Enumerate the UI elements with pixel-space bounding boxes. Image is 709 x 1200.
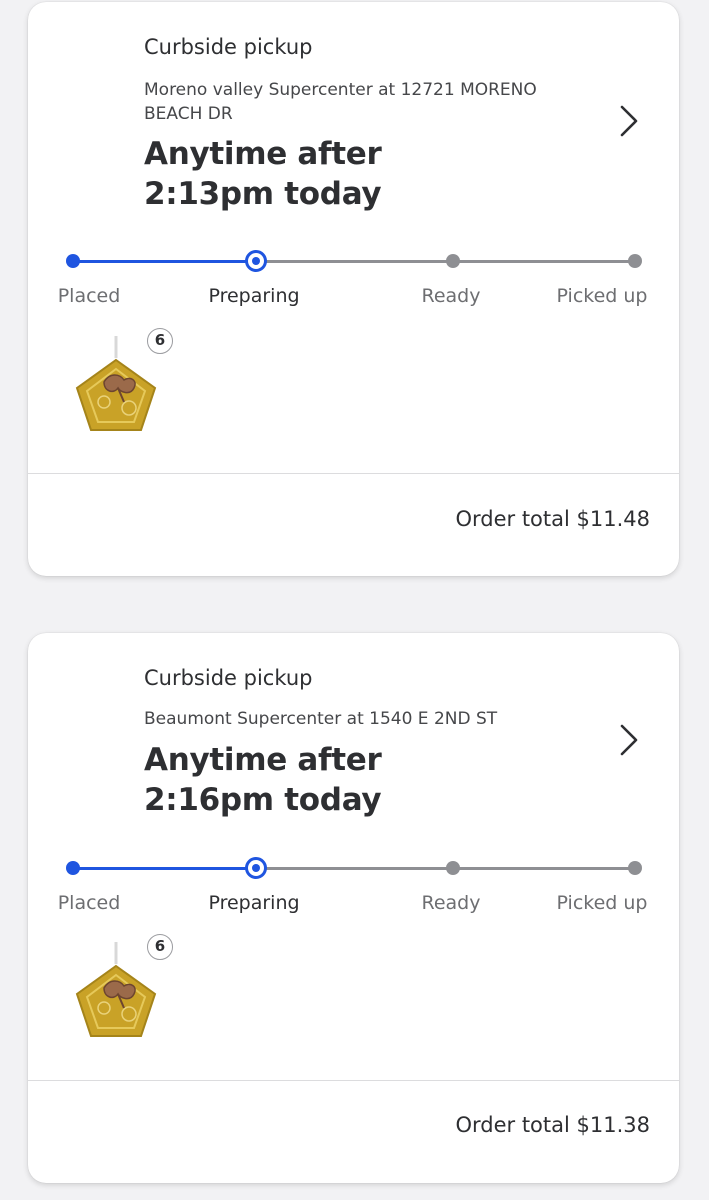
progress-line-complete	[73, 260, 256, 263]
pickup-time-line1: Anytime after	[144, 742, 382, 778]
progress-line-complete	[73, 867, 256, 870]
step-label-picked-up: Picked up	[556, 892, 648, 914]
pickup-time: Anytime after 2:13pm today	[144, 134, 464, 214]
step-dot-preparing-current	[245, 250, 267, 272]
order-card[interactable]: Curbside pickup Moreno valley Supercente…	[28, 2, 679, 576]
order-total: Order total $11.48	[455, 507, 650, 531]
step-dot-ready	[446, 861, 460, 875]
order-card[interactable]: Curbside pickup Beaumont Supercenter at …	[28, 633, 679, 1183]
fulfillment-method: Curbside pickup	[144, 666, 313, 690]
chevron-right-icon[interactable]	[612, 720, 642, 760]
step-label-preparing: Preparing	[208, 285, 300, 307]
step-dot-picked-up	[628, 254, 642, 268]
pickup-time: Anytime after 2:16pm today	[144, 740, 464, 820]
step-dot-placed	[66, 861, 80, 875]
item-quantity-badge: 6	[147, 328, 173, 354]
step-label-picked-up: Picked up	[556, 285, 648, 307]
card-divider	[28, 473, 679, 474]
step-dot-picked-up	[628, 861, 642, 875]
item-thumbnail-ornament-icon[interactable]	[74, 336, 158, 432]
item-quantity-badge: 6	[147, 934, 173, 960]
step-dot-ready	[446, 254, 460, 268]
store-address: Moreno valley Supercenter at 12721 MOREN…	[144, 80, 537, 124]
step-dot-preparing-current	[245, 857, 267, 879]
item-thumbnail-ornament-icon[interactable]	[74, 942, 158, 1038]
pickup-time-line2: 2:16pm today	[144, 782, 382, 818]
chevron-right-icon[interactable]	[612, 101, 642, 141]
step-label-placed: Placed	[57, 285, 121, 307]
step-label-ready: Ready	[421, 892, 481, 914]
pickup-time-line1: Anytime after	[144, 136, 382, 172]
card-divider	[28, 1080, 679, 1081]
step-label-ready: Ready	[421, 285, 481, 307]
fulfillment-method: Curbside pickup	[144, 35, 313, 59]
step-dot-placed	[66, 254, 80, 268]
store-address: Beaumont Supercenter at 1540 E 2ND ST	[144, 709, 498, 729]
order-total: Order total $11.38	[455, 1113, 650, 1137]
pickup-time-line2: 2:13pm today	[144, 176, 382, 212]
step-label-placed: Placed	[57, 892, 121, 914]
step-label-preparing: Preparing	[208, 892, 300, 914]
